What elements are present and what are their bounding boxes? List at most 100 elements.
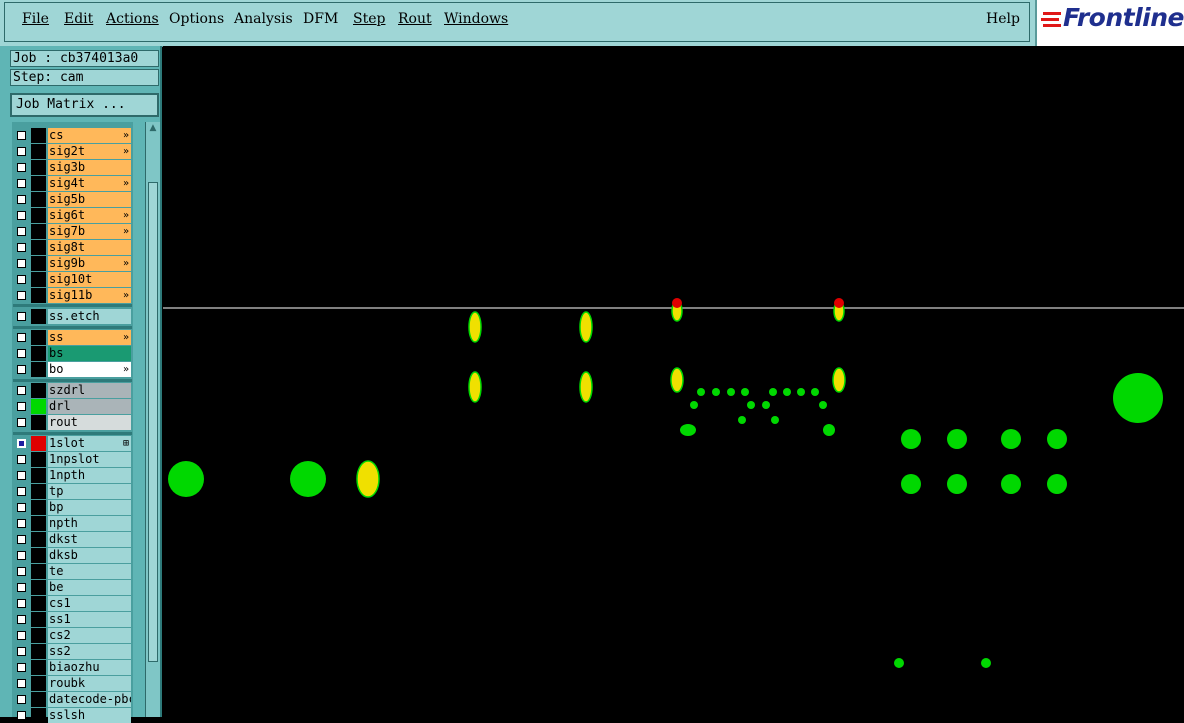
layer-name[interactable]: sig5b <box>48 192 131 207</box>
layer-name[interactable]: bp <box>48 500 131 515</box>
layer-row-ss2[interactable]: ss2 <box>14 644 131 659</box>
layer-row-roubk[interactable]: roubk <box>14 676 131 691</box>
layer-checkbox[interactable] <box>17 439 26 448</box>
layer-row-sig2t[interactable]: sig2t » <box>14 144 131 159</box>
layer-name[interactable]: rout <box>48 415 131 430</box>
layer-row-sig11b[interactable]: sig11b » <box>14 288 131 303</box>
layer-checkbox[interactable] <box>17 487 26 496</box>
layer-checkbox[interactable] <box>17 195 26 204</box>
layer-color-swatch[interactable] <box>31 484 46 499</box>
layer-row-biaozhu[interactable]: biaozhu <box>14 660 131 675</box>
layer-checkbox[interactable] <box>17 147 26 156</box>
layer-checkbox[interactable] <box>17 418 26 427</box>
layer-row-ss1[interactable]: ss1 <box>14 612 131 627</box>
layer-color-swatch[interactable] <box>31 383 46 398</box>
layer-row-1slot[interactable]: 1slot ⊞ <box>14 436 131 451</box>
scrollbar-thumb[interactable] <box>148 182 158 662</box>
layer-checkbox[interactable] <box>17 312 26 321</box>
layer-checkbox[interactable] <box>17 243 26 252</box>
layer-color-swatch[interactable] <box>31 176 46 191</box>
layer-checkbox[interactable] <box>17 259 26 268</box>
menu-edit[interactable]: Edit <box>64 11 93 27</box>
layer-row-sig8t[interactable]: sig8t <box>14 240 131 255</box>
layer-color-swatch[interactable] <box>31 436 46 451</box>
layer-name[interactable]: cs1 <box>48 596 131 611</box>
layer-row-cs2[interactable]: cs2 <box>14 628 131 643</box>
menu-dfm[interactable]: DFM <box>303 11 338 27</box>
layer-color-swatch[interactable] <box>31 208 46 223</box>
layer-color-swatch[interactable] <box>31 288 46 303</box>
layer-checkbox[interactable] <box>17 647 26 656</box>
layer-checkbox[interactable] <box>17 471 26 480</box>
layer-name[interactable]: sig4t » <box>48 176 131 191</box>
layer-color-swatch[interactable] <box>31 500 46 515</box>
layer-checkbox[interactable] <box>17 615 26 624</box>
layer-color-swatch[interactable] <box>31 452 46 467</box>
layer-name[interactable]: dksb <box>48 548 131 563</box>
layer-checkbox[interactable] <box>17 519 26 528</box>
layer-color-swatch[interactable] <box>31 272 46 287</box>
layer-name[interactable]: 1npth <box>48 468 131 483</box>
job-matrix-button[interactable]: Job Matrix ... <box>10 93 159 117</box>
layer-row-sig5b[interactable]: sig5b <box>14 192 131 207</box>
layer-name[interactable]: biaozhu <box>48 660 131 675</box>
layer-row-sig7b[interactable]: sig7b » <box>14 224 131 239</box>
layer-name[interactable]: bs <box>48 346 131 361</box>
layer-color-swatch[interactable] <box>31 516 46 531</box>
layer-name[interactable]: ss » <box>48 330 131 345</box>
layer-name[interactable]: npth <box>48 516 131 531</box>
menu-file[interactable]: File <box>22 11 49 27</box>
layer-color-swatch[interactable] <box>31 192 46 207</box>
layer-color-swatch[interactable] <box>31 128 46 143</box>
layer-checkbox[interactable] <box>17 711 26 720</box>
layer-row-datecode-pbc[interactable]: datecode-pbc <box>14 692 131 707</box>
layer-row-1npth[interactable]: 1npth <box>14 468 131 483</box>
layer-checkbox[interactable] <box>17 567 26 576</box>
layer-checkbox[interactable] <box>17 535 26 544</box>
layer-row-bp[interactable]: bp <box>14 500 131 515</box>
layer-checkbox[interactable] <box>17 551 26 560</box>
layer-checkbox[interactable] <box>17 349 26 358</box>
layer-color-swatch[interactable] <box>31 708 46 723</box>
layer-checkbox[interactable] <box>17 131 26 140</box>
layer-name[interactable]: szdrl <box>48 383 131 398</box>
layer-checkbox[interactable] <box>17 631 26 640</box>
layer-row-tp[interactable]: tp <box>14 484 131 499</box>
layer-row-rout[interactable]: rout <box>14 415 131 430</box>
layer-row-1npslot[interactable]: 1npslot <box>14 452 131 467</box>
layer-checkbox[interactable] <box>17 386 26 395</box>
layer-row-dksb[interactable]: dksb <box>14 548 131 563</box>
menu-analysis[interactable]: Analysis <box>234 11 293 27</box>
layer-checkbox[interactable] <box>17 291 26 300</box>
layer-row-dkst[interactable]: dkst <box>14 532 131 547</box>
layer-name[interactable]: sig7b » <box>48 224 131 239</box>
layer-name[interactable]: sig2t » <box>48 144 131 159</box>
layer-name[interactable]: tp <box>48 484 131 499</box>
layer-color-swatch[interactable] <box>31 160 46 175</box>
layer-name[interactable]: drl <box>48 399 131 414</box>
layer-checkbox[interactable] <box>17 455 26 464</box>
layer-checkbox[interactable] <box>17 503 26 512</box>
layer-row-cs[interactable]: cs » <box>14 128 131 143</box>
layer-name[interactable]: sig6t » <box>48 208 131 223</box>
layer-color-swatch[interactable] <box>31 564 46 579</box>
menu-actions[interactable]: Actions <box>106 11 159 27</box>
layer-row-bs[interactable]: bs <box>14 346 131 361</box>
layer-row-sslsh[interactable]: sslsh <box>14 708 131 723</box>
layer-checkbox[interactable] <box>17 695 26 704</box>
graphic-canvas[interactable] <box>163 46 1184 717</box>
layer-row-sig4t[interactable]: sig4t » <box>14 176 131 191</box>
layer-row-ss[interactable]: ss » <box>14 330 131 345</box>
layer-name[interactable]: cs2 <box>48 628 131 643</box>
layer-color-swatch[interactable] <box>31 309 46 324</box>
menu-help[interactable]: Help <box>986 11 1020 27</box>
layer-color-swatch[interactable] <box>31 612 46 627</box>
layer-checkbox[interactable] <box>17 275 26 284</box>
layer-checkbox[interactable] <box>17 227 26 236</box>
layer-color-swatch[interactable] <box>31 362 46 377</box>
layer-name[interactable]: sslsh <box>48 708 131 723</box>
layer-name[interactable]: ss2 <box>48 644 131 659</box>
layer-name[interactable]: te <box>48 564 131 579</box>
layer-row-sig10t[interactable]: sig10t <box>14 272 131 287</box>
layer-row-te[interactable]: te <box>14 564 131 579</box>
